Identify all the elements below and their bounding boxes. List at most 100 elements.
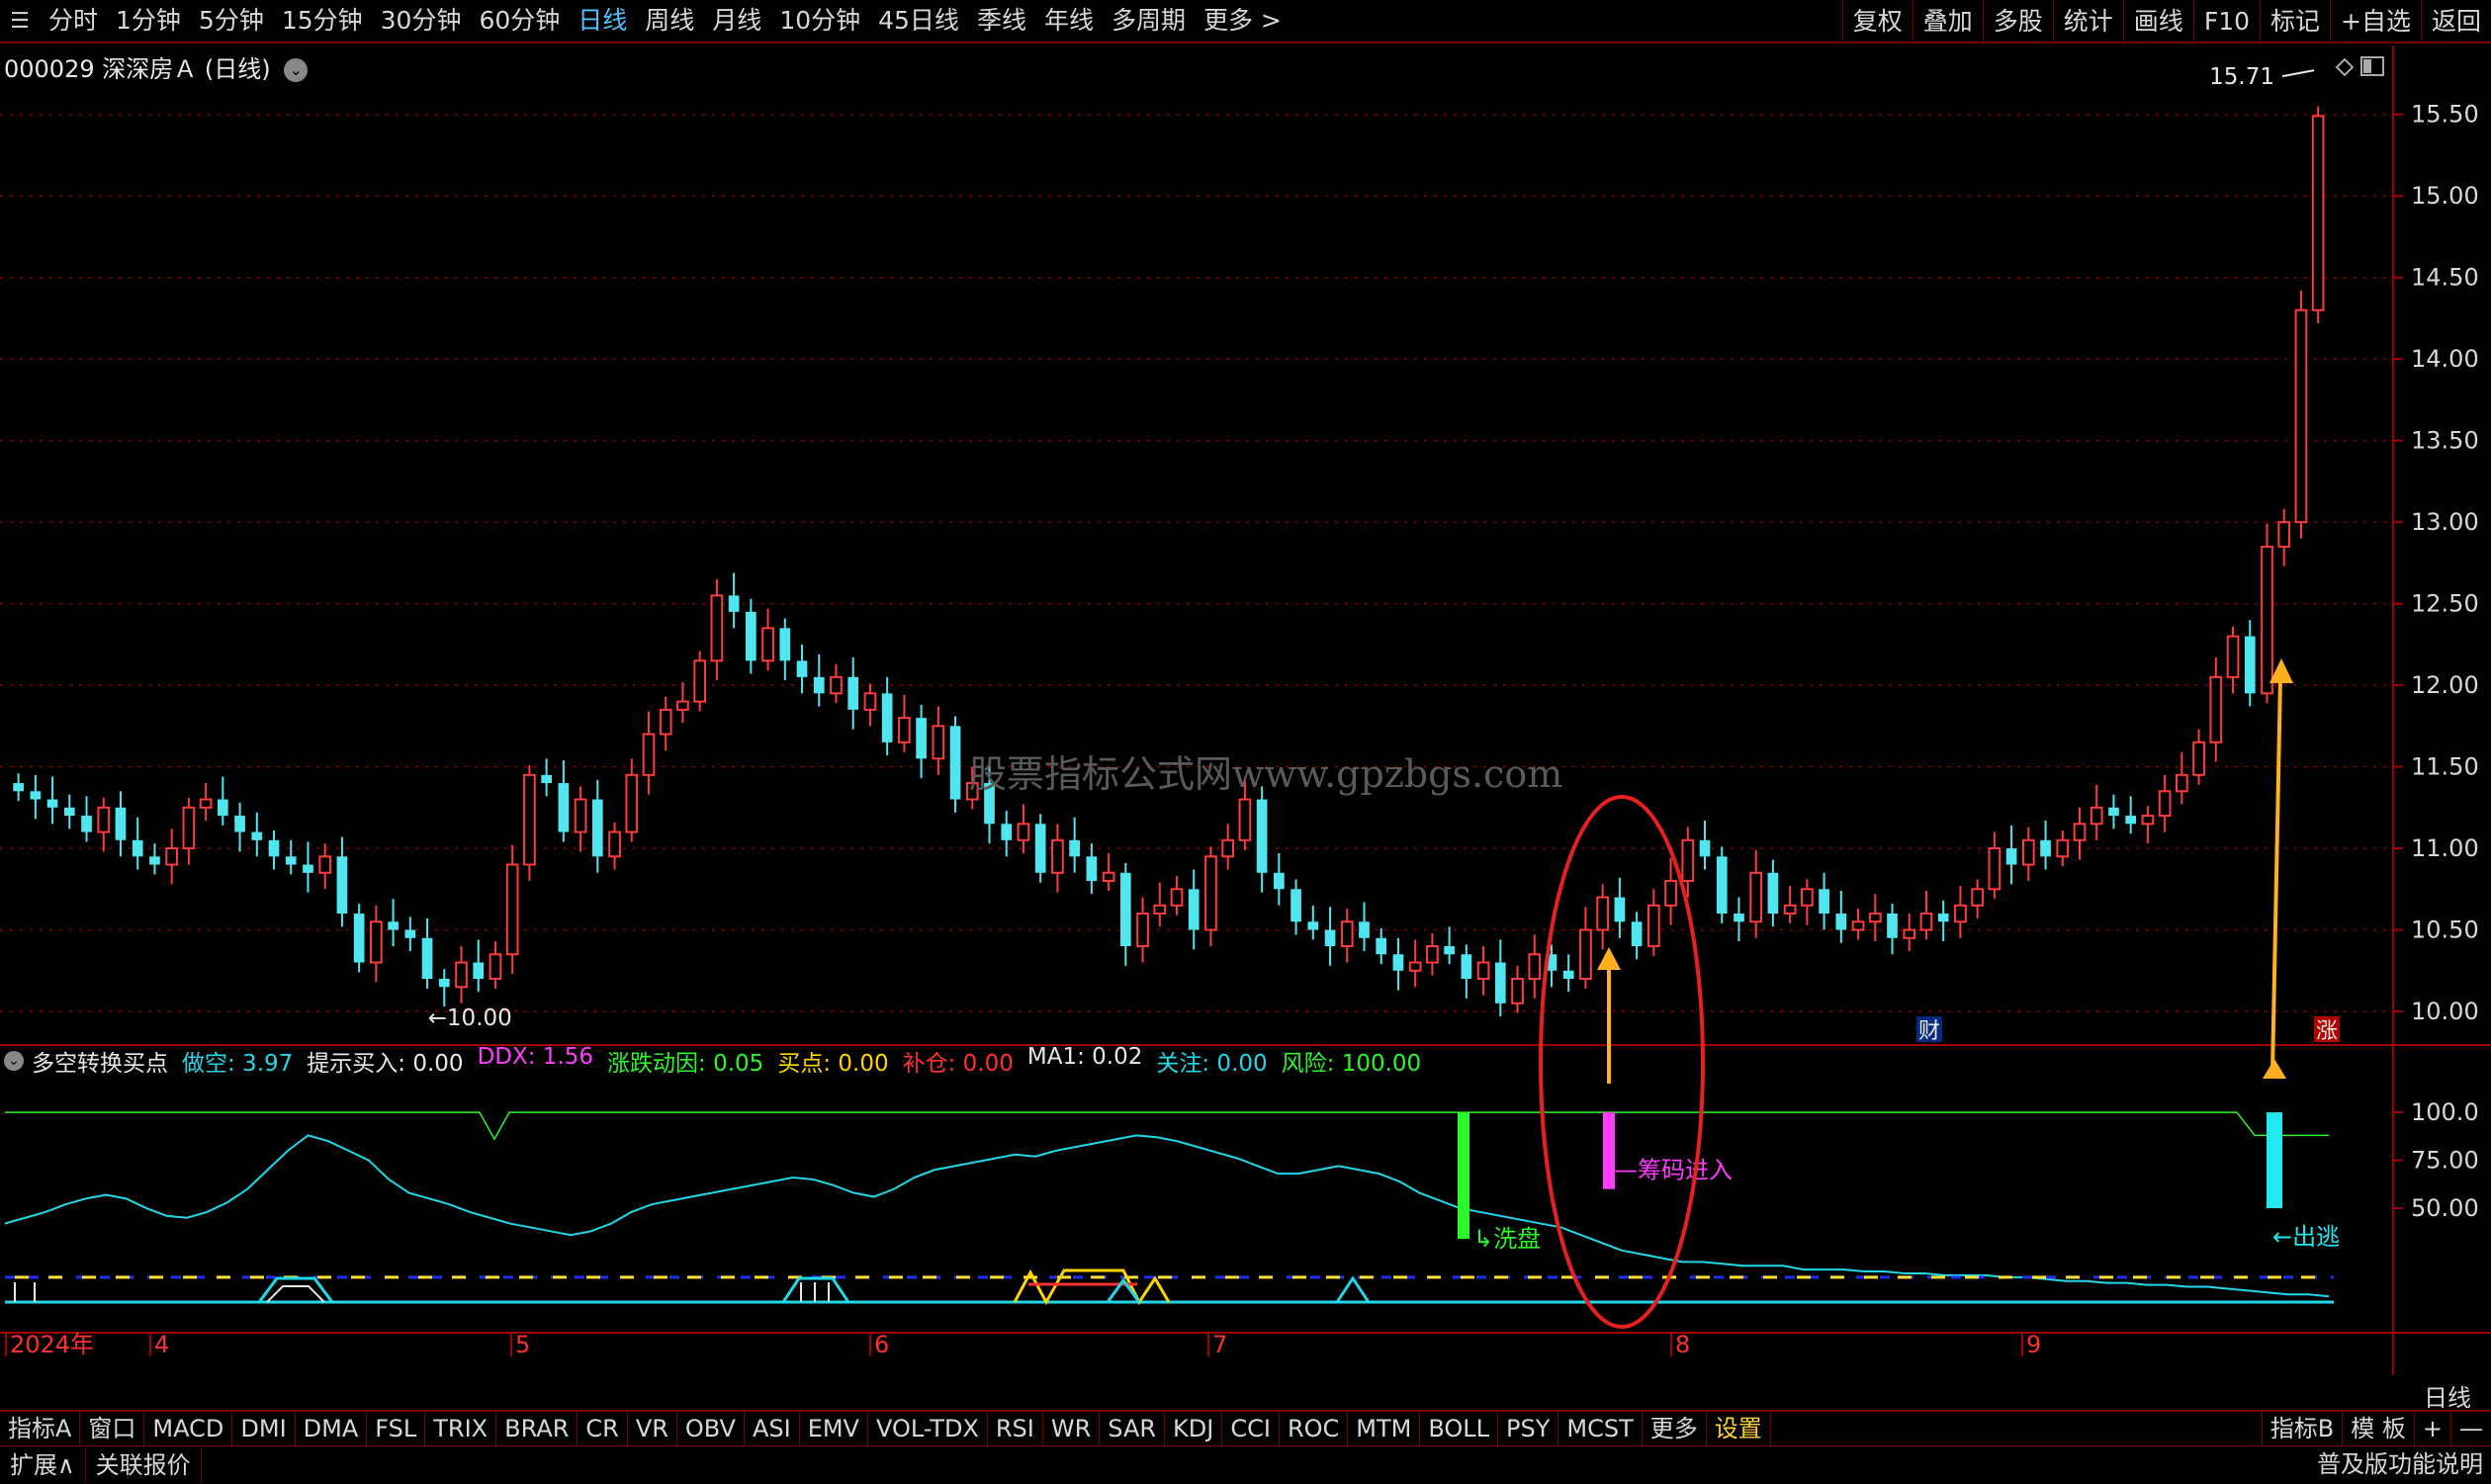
period-tab[interactable]: 周线 (636, 0, 703, 43)
indicator-tab[interactable]: CCI (1222, 1412, 1280, 1445)
period-tab[interactable]: 5分钟 (190, 0, 273, 43)
indicator-tab[interactable]: EMV (800, 1412, 868, 1445)
indicator-tab[interactable]: FSL (367, 1412, 426, 1445)
candle-body (1017, 823, 1030, 841)
candle (1801, 879, 1814, 925)
period-tab[interactable]: 日线 (569, 0, 636, 43)
period-tab[interactable]: 30分钟 (372, 0, 471, 43)
indicator-tab[interactable]: ASI (745, 1412, 800, 1445)
indicator-tab-right[interactable]: 模 板 (2342, 1412, 2414, 1445)
period-tab[interactable]: 多周期 (1103, 0, 1195, 43)
candle (1596, 884, 1609, 950)
period-tab[interactable]: 月线 (703, 0, 770, 43)
indicator-tab[interactable]: MACD (144, 1412, 233, 1445)
period-tab[interactable]: 季线 (968, 0, 1035, 43)
candle-body (1716, 856, 1728, 915)
indicator-tab-right[interactable]: — (2450, 1412, 2491, 1445)
chevron-down-icon[interactable]: ⌄ (284, 58, 309, 82)
period-tab[interactable]: 分时 (40, 0, 107, 43)
candle (541, 758, 552, 797)
toolbar-button[interactable]: 统计 (2052, 0, 2123, 44)
candle (1221, 824, 1235, 870)
indicator-tab[interactable]: BOLL (1420, 1412, 1499, 1445)
candle (1256, 786, 1268, 893)
indicator-tab[interactable]: DMA (296, 1412, 368, 1445)
indicator-tab-right[interactable]: + (2413, 1412, 2450, 1445)
toolbar-button[interactable]: F10 (2192, 0, 2260, 44)
candle (659, 696, 672, 751)
ind-tick-label: 75.00 (2411, 1147, 2479, 1175)
candle (2277, 508, 2291, 567)
candle (251, 812, 263, 857)
time-label: 8 (1675, 1331, 1690, 1358)
candle-body (1528, 953, 1542, 981)
candle (97, 797, 111, 852)
candle-body (182, 806, 196, 850)
indicator-tab[interactable]: BRAR (496, 1412, 578, 1445)
candle-body (1461, 954, 1472, 980)
candle-body (1954, 904, 1967, 923)
candle (796, 644, 808, 694)
toolbar-button[interactable]: 画线 (2122, 0, 2193, 44)
indicator-field-value: 0.00 (831, 1051, 889, 1077)
financial-badge: 财 (1918, 1019, 1940, 1044)
candle-body (1359, 921, 1370, 938)
indicator-tab[interactable]: 窗口 (80, 1412, 145, 1445)
indicator-tab[interactable]: RSI (988, 1412, 1043, 1445)
period-tab[interactable]: 更多 > (1195, 0, 1290, 43)
price-tick-label: 12.50 (2411, 590, 2479, 618)
candle (1734, 897, 1744, 942)
candle (1868, 894, 1882, 942)
indicator-tab[interactable]: SAR (1100, 1412, 1166, 1445)
expand-button[interactable]: 扩展∧ (0, 1447, 86, 1483)
indicator-tab[interactable]: OBV (677, 1412, 745, 1445)
indicator-tab[interactable]: VR (628, 1412, 677, 1445)
candle-body (2108, 807, 2119, 817)
indicator-tab[interactable]: TRIX (425, 1412, 497, 1445)
time-axis: 2024年 4 5 6 7 8 9 (5, 1331, 2041, 1358)
indicator-tab[interactable]: VOL-TDX (868, 1412, 988, 1445)
indicator-tab[interactable]: MTM (1348, 1412, 1421, 1445)
indicator-field-value: 0.05 (705, 1051, 764, 1077)
candle (591, 779, 603, 873)
indicator-tab[interactable]: 指标A (0, 1412, 81, 1445)
candle-body (2226, 635, 2240, 678)
period-tab[interactable]: 1分钟 (107, 0, 190, 43)
toolbar-button[interactable]: 复权 (1841, 0, 1913, 44)
edition-note[interactable]: 普及版功能说明 (2317, 1446, 2483, 1482)
washing-label: ↳洗盘 (1473, 1225, 1541, 1253)
indicator-field: 买点: 0.00 (777, 1044, 888, 1078)
period-tab[interactable]: 年线 (1035, 0, 1103, 43)
menu-icon[interactable]: ☰ (0, 1, 40, 41)
toolbar-button[interactable]: +自选 (2330, 0, 2421, 44)
toolbar-button[interactable]: 多股 (1982, 0, 2053, 44)
indicator-tab[interactable]: MCST (1558, 1412, 1643, 1445)
candle-body (303, 864, 313, 873)
toolbar-button[interactable]: 标记 (2260, 0, 2330, 44)
related-quotes-button[interactable]: 关联报价 (86, 1447, 202, 1483)
period-tab[interactable]: 15分钟 (273, 0, 372, 43)
candle (318, 843, 332, 890)
indicator-tab[interactable]: DMI (232, 1412, 296, 1445)
indicator-tab[interactable]: CR (578, 1412, 628, 1445)
toolbar-button[interactable]: 叠加 (1912, 0, 1983, 44)
candle (1274, 852, 1285, 906)
toolbar-button[interactable]: 返回 (2420, 0, 2491, 44)
candle (1153, 882, 1167, 927)
candle (1188, 869, 1200, 950)
indicator-tab[interactable]: 设置 (1707, 1412, 1771, 1445)
indicator-tab[interactable]: KDJ (1165, 1412, 1223, 1445)
indicator-toggle-icon[interactable]: ⌄ (4, 1051, 24, 1071)
indicator-tab[interactable]: 更多 (1643, 1412, 1707, 1445)
indicator-tab[interactable]: WR (1043, 1412, 1101, 1445)
period-tab[interactable]: 10分钟 (770, 0, 869, 43)
indicator-tab-right[interactable]: 指标B (2261, 1412, 2342, 1445)
indicator-tab[interactable]: ROC (1280, 1412, 1349, 1445)
period-tab[interactable]: 45日线 (869, 0, 968, 43)
indicator-tab[interactable]: PSY (1498, 1412, 1559, 1445)
kline-chart[interactable]: 10.00 10.50 11.00 11.50 12.00 12.50 13.00 13.50… (0, 45, 2491, 1375)
period-tab[interactable]: 60分钟 (470, 0, 569, 43)
candle-body (336, 856, 348, 915)
candle (2073, 807, 2087, 860)
candle-body (30, 791, 42, 800)
